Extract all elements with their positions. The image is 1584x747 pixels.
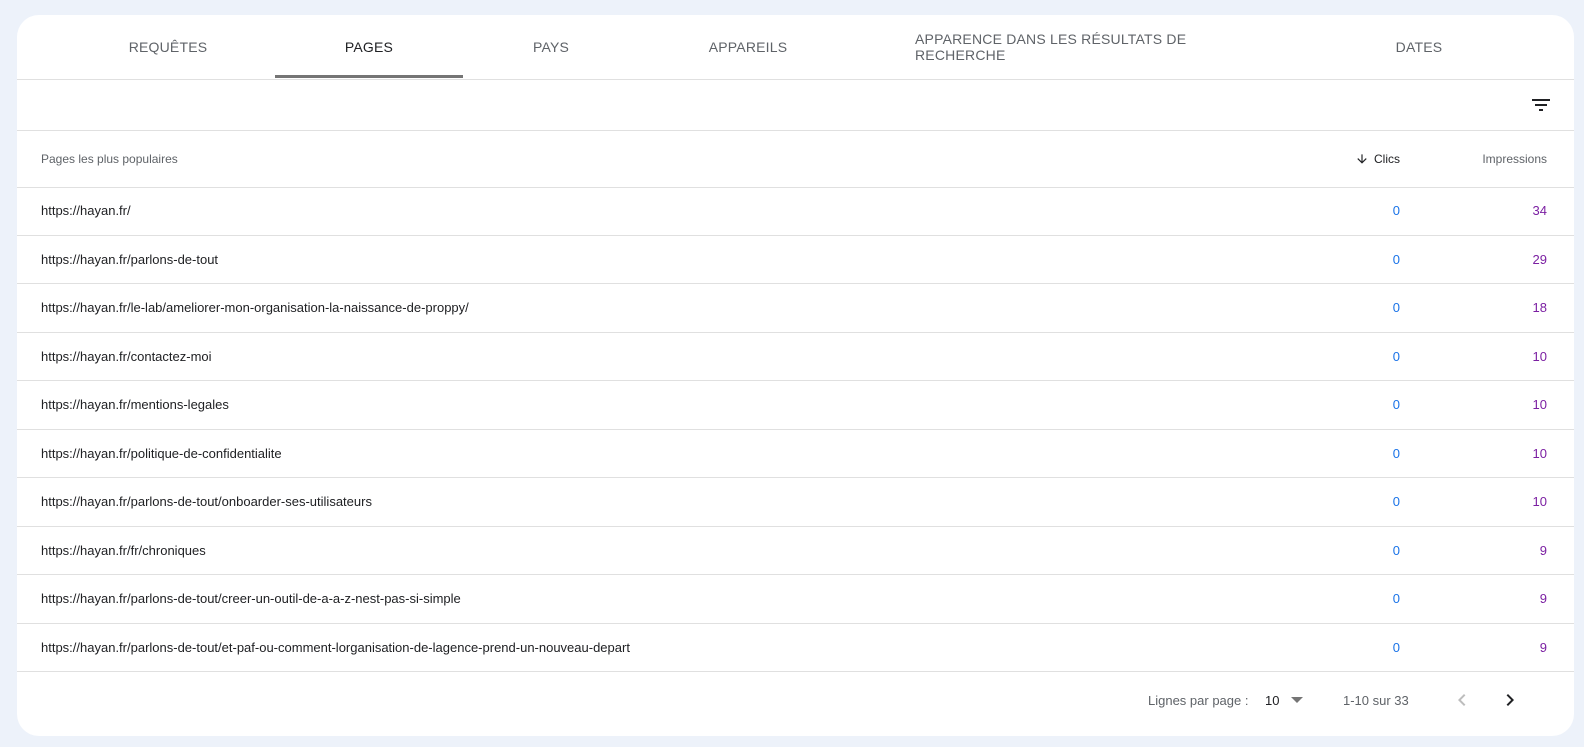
table-row[interactable]: https://hayan.fr/parlons-de-tout 0 29	[17, 236, 1574, 284]
row-url[interactable]: https://hayan.fr/	[41, 187, 131, 235]
row-impressions: 9	[1539, 591, 1547, 607]
row-impressions: 10	[1532, 348, 1547, 364]
row-impressions: 18	[1532, 300, 1547, 316]
filter-list-icon[interactable]	[1529, 93, 1553, 117]
row-clics: 0	[1392, 397, 1400, 413]
tab-pays[interactable]: PAYS	[495, 15, 607, 79]
row-clics: 0	[1392, 542, 1400, 558]
column-header-pages: Pages les plus populaires	[41, 152, 178, 166]
table-body: https://hayan.fr/ 0 34 https://hayan.fr/…	[17, 187, 1574, 672]
dropdown-arrow-icon	[1291, 697, 1304, 703]
row-impressions: 9	[1539, 639, 1547, 655]
rows-per-page-value: 10	[1265, 692, 1280, 708]
row-impressions: 9	[1539, 542, 1547, 558]
row-impressions: 10	[1532, 445, 1547, 461]
row-impressions: 10	[1532, 397, 1547, 413]
table-row[interactable]: https://hayan.fr/contactez-moi 0 10	[17, 333, 1574, 381]
pagination-bar: Lignes par page : 10 1-10 sur 33	[17, 672, 1574, 736]
row-impressions: 10	[1532, 494, 1547, 510]
row-url[interactable]: https://hayan.fr/contactez-moi	[41, 333, 212, 381]
row-clics: 0	[1392, 300, 1400, 316]
table-row[interactable]: https://hayan.fr/ 0 34	[17, 187, 1574, 236]
row-impressions: 34	[1532, 203, 1547, 219]
performance-table-card: REQUÊTES PAGES PAYS APPAREILS APPARENCE …	[17, 15, 1574, 736]
table-row[interactable]: https://hayan.fr/parlons-de-tout/et-paf-…	[17, 624, 1574, 672]
table-row[interactable]: https://hayan.fr/parlons-de-tout/onboard…	[17, 478, 1574, 527]
row-url[interactable]: https://hayan.fr/parlons-de-tout/onboard…	[41, 478, 372, 526]
chevron-right-icon[interactable]	[1498, 688, 1522, 712]
row-clics: 0	[1392, 445, 1400, 461]
row-clics: 0	[1392, 348, 1400, 364]
tab-apparence-resultats[interactable]: APPARENCE DANS LES RÉSULTATS DE RECHERCH…	[915, 15, 1267, 79]
active-tab-indicator	[275, 75, 463, 78]
row-clics: 0	[1392, 639, 1400, 655]
row-clics: 0	[1392, 203, 1400, 219]
tab-bar: REQUÊTES PAGES PAYS APPAREILS APPARENCE …	[17, 15, 1574, 80]
table-row[interactable]: https://hayan.fr/fr/chroniques 0 9	[17, 527, 1574, 575]
row-clics: 0	[1392, 494, 1400, 510]
row-url[interactable]: https://hayan.fr/parlons-de-tout	[41, 236, 218, 284]
filter-toolbar	[17, 79, 1574, 131]
column-header-clics[interactable]: Clics	[1355, 131, 1400, 187]
table-row[interactable]: https://hayan.fr/mentions-legales 0 10	[17, 381, 1574, 430]
rows-per-page-label: Lignes par page :	[1148, 692, 1249, 708]
table-row[interactable]: https://hayan.fr/politique-de-confidenti…	[17, 430, 1574, 478]
row-clics: 0	[1392, 251, 1400, 267]
row-url[interactable]: https://hayan.fr/parlons-de-tout/et-paf-…	[41, 624, 630, 672]
row-url[interactable]: https://hayan.fr/fr/chroniques	[41, 527, 206, 575]
tab-dates[interactable]: DATES	[1369, 15, 1469, 79]
row-impressions: 29	[1532, 251, 1547, 267]
tab-pages[interactable]: PAGES	[275, 15, 463, 79]
row-url[interactable]: https://hayan.fr/parlons-de-tout/creer-u…	[41, 575, 461, 623]
pagination-range: 1-10 sur 33	[1343, 692, 1409, 708]
arrow-down-icon	[1357, 154, 1367, 164]
tab-appareils[interactable]: APPAREILS	[677, 15, 819, 79]
row-url[interactable]: https://hayan.fr/mentions-legales	[41, 381, 229, 429]
row-url[interactable]: https://hayan.fr/le-lab/ameliorer-mon-or…	[41, 284, 469, 332]
table-row[interactable]: https://hayan.fr/parlons-de-tout/creer-u…	[17, 575, 1574, 624]
tab-requetes[interactable]: REQUÊTES	[85, 15, 251, 79]
column-header-impressions[interactable]: Impressions	[1482, 131, 1547, 187]
rows-per-page-select[interactable]: 10	[1265, 672, 1304, 728]
row-url[interactable]: https://hayan.fr/politique-de-confidenti…	[41, 430, 282, 478]
column-header-clics-label: Clics	[1374, 152, 1400, 166]
row-clics: 0	[1392, 591, 1400, 607]
chevron-left-icon[interactable]	[1450, 688, 1474, 712]
table-header: Pages les plus populaires Clics Impressi…	[17, 131, 1574, 188]
table-row[interactable]: https://hayan.fr/le-lab/ameliorer-mon-or…	[17, 284, 1574, 333]
